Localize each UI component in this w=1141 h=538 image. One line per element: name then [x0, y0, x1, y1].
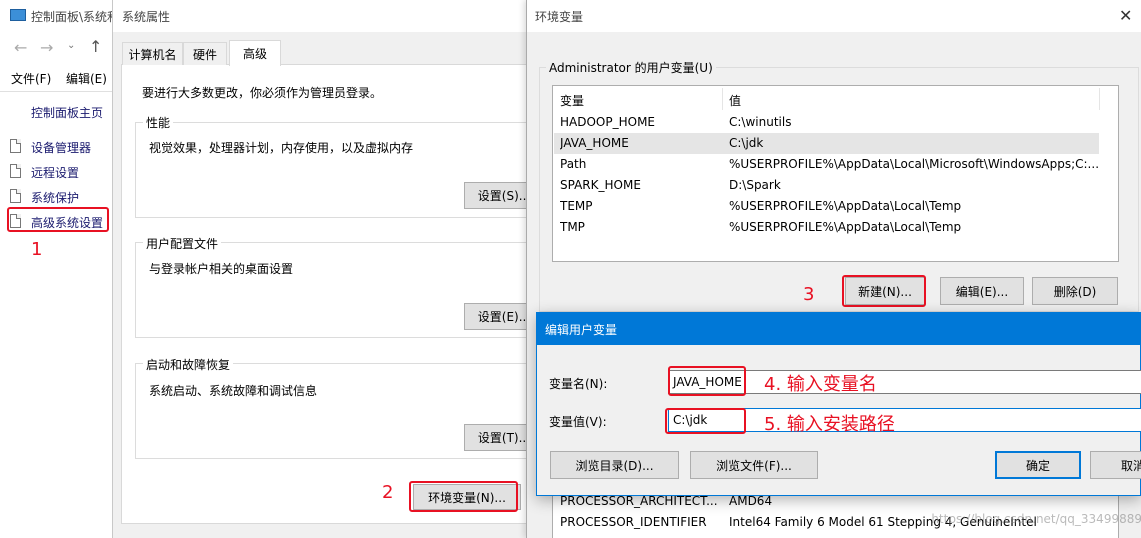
watermark: https://blog.csdn.net/qq_33499889: [931, 512, 1141, 526]
control-panel-window: 控制面板\系统和 ← → ⌄ ↑ 文件(F) 编辑(E) 控制面板主页 设备管理…: [0, 0, 120, 538]
edit-dialog-title: 编辑用户变量: [545, 323, 618, 337]
scrollbar-stub: [1099, 88, 1100, 110]
user-profiles-settings-label: 设置(E)...: [477, 310, 531, 324]
edit-variable-label: 编辑(E)...: [955, 284, 1009, 299]
table-row[interactable]: TEMP %USERPROFILE%\AppData\Local\Temp: [554, 196, 1099, 217]
tab-computer-name-label: 计算机名: [128, 47, 177, 62]
var-value: D:\Spark: [729, 178, 781, 192]
browse-directory-button[interactable]: 浏览目录(D)...: [550, 451, 679, 479]
table-row[interactable]: SPARK_HOME D:\Spark: [554, 175, 1099, 196]
system-properties-title: 系统属性: [122, 10, 171, 24]
system-properties-window: 系统属性 计算机名 硬件 高级 要进行大多数更改，你必须作为管理员登录。 性能 …: [112, 0, 553, 538]
user-profiles-title: 用户配置文件: [143, 235, 222, 252]
col-header-value[interactable]: 值: [729, 92, 741, 109]
highlight-variable-value: [665, 408, 746, 434]
ok-button[interactable]: 确定: [995, 451, 1081, 479]
remote-settings-icon: [10, 164, 21, 178]
menu-edit[interactable]: 编辑(E): [66, 70, 107, 87]
edit-dialog-titlebar: [537, 313, 1141, 345]
dropdown-chevron-icon[interactable]: ⌄: [67, 40, 75, 51]
highlight-variable-name: [668, 366, 746, 396]
var-name: SPARK_HOME: [560, 178, 641, 192]
browse-file-button[interactable]: 浏览文件(F)...: [690, 451, 818, 479]
browse-directory-label: 浏览目录(D)...: [575, 458, 654, 473]
var-value: %USERPROFILE%\AppData\Local\Microsoft\Wi…: [729, 157, 1099, 171]
table-row[interactable]: HADOOP_HOME C:\winutils: [554, 112, 1099, 133]
edit-variable-button[interactable]: 编辑(E)...: [940, 277, 1024, 305]
link-device-manager[interactable]: 设备管理器: [31, 139, 91, 156]
var-value: C:\jdk: [729, 136, 764, 150]
env-vars-titlebar: [527, 0, 1141, 32]
col-header-variable[interactable]: 变量: [560, 92, 584, 109]
var-name: JAVA_HOME: [560, 136, 629, 150]
tab-computer-name[interactable]: 计算机名: [122, 42, 183, 65]
col-header-divider: [722, 88, 723, 110]
table-row-selected[interactable]: JAVA_HOME C:\jdk: [554, 133, 1099, 154]
menu-file[interactable]: 文件(F): [11, 70, 51, 87]
var-value: %USERPROFILE%\AppData\Local\Temp: [729, 220, 962, 234]
back-arrow-icon[interactable]: ←: [14, 38, 27, 57]
device-manager-icon: [10, 139, 21, 153]
annotation-step1: 1: [31, 239, 43, 260]
control-panel-title: 控制面板\系统和: [31, 10, 120, 24]
var-name: PROCESSOR_ARCHITECT...: [560, 494, 718, 508]
up-arrow-icon[interactable]: ↑: [89, 37, 102, 56]
browse-file-label: 浏览文件(F)...: [716, 458, 792, 473]
system-properties-titlebar: [113, 0, 553, 32]
var-name: Path: [560, 157, 587, 171]
startup-title: 启动和故障恢复: [143, 356, 234, 373]
cancel-label: 取消: [1121, 458, 1141, 473]
highlight-new-button: [842, 275, 926, 307]
tab-hardware-label: 硬件: [192, 47, 217, 62]
highlight-env-button: [409, 481, 518, 512]
link-remote-settings[interactable]: 远程设置: [31, 164, 79, 181]
link-system-protection[interactable]: 系统保护: [31, 189, 79, 206]
admin-note: 要进行大多数更改，你必须作为管理员登录。: [142, 86, 383, 100]
table-row[interactable]: Path %USERPROFILE%\AppData\Local\Microso…: [554, 154, 1099, 175]
delete-variable-button[interactable]: 删除(D): [1032, 277, 1118, 305]
edit-user-variable-dialog: 编辑用户变量 变量名(N): JAVA_HOME 变量值(V): C:\jdk …: [536, 312, 1141, 496]
startup-settings-label: 设置(T)...: [477, 431, 531, 445]
delete-variable-label: 删除(D): [1053, 284, 1097, 299]
annotation-step3: 3: [803, 284, 815, 305]
variable-name-label: 变量名(N):: [549, 377, 608, 391]
forward-arrow-icon[interactable]: →: [40, 38, 53, 57]
var-name: HADOOP_HOME: [560, 115, 656, 129]
close-icon[interactable]: ✕: [1119, 6, 1132, 25]
user-vars-group-title: Administrator 的用户变量(U): [546, 59, 716, 76]
menu-divider: [0, 91, 120, 92]
user-profiles-desc: 与登录帐户相关的桌面设置: [149, 262, 294, 276]
env-vars-title: 环境变量: [535, 10, 584, 24]
var-name: TEMP: [560, 199, 593, 213]
tab-advanced[interactable]: 高级: [229, 40, 281, 66]
cancel-button[interactable]: 取消: [1090, 451, 1141, 479]
performance-settings-label: 设置(S)...: [477, 189, 531, 203]
var-name: PROCESSOR_IDENTIFIER: [560, 515, 707, 529]
user-vars-list[interactable]: 变量 值 HADOOP_HOME C:\winutils JAVA_HOME C…: [552, 85, 1119, 262]
control-panel-home-link[interactable]: 控制面板主页: [31, 104, 103, 121]
tab-hardware[interactable]: 硬件: [183, 42, 227, 65]
var-value: %USERPROFILE%\AppData\Local\Temp: [729, 199, 962, 213]
performance-desc: 视觉效果，处理器计划，内存使用，以及虚拟内存: [149, 141, 414, 155]
variable-value-label: 变量值(V):: [549, 415, 607, 429]
ok-label: 确定: [1025, 458, 1050, 473]
performance-title: 性能: [143, 114, 174, 131]
annotation-step5: 5. 输入安装路径: [764, 414, 895, 435]
table-row[interactable]: TMP %USERPROFILE%\AppData\Local\Temp: [554, 217, 1099, 238]
var-value: C:\winutils: [729, 115, 792, 129]
control-panel-icon: [10, 9, 26, 21]
annotation-step4: 4. 输入变量名: [764, 374, 877, 395]
startup-desc: 系统启动、系统故障和调试信息: [149, 384, 318, 398]
tab-advanced-label: 高级: [242, 47, 267, 61]
annotation-step2: 2: [382, 482, 394, 503]
highlight-advanced-settings: [7, 207, 109, 232]
var-name: TMP: [560, 220, 585, 234]
var-value: AMD64: [729, 494, 773, 508]
system-protection-icon: [10, 189, 21, 203]
